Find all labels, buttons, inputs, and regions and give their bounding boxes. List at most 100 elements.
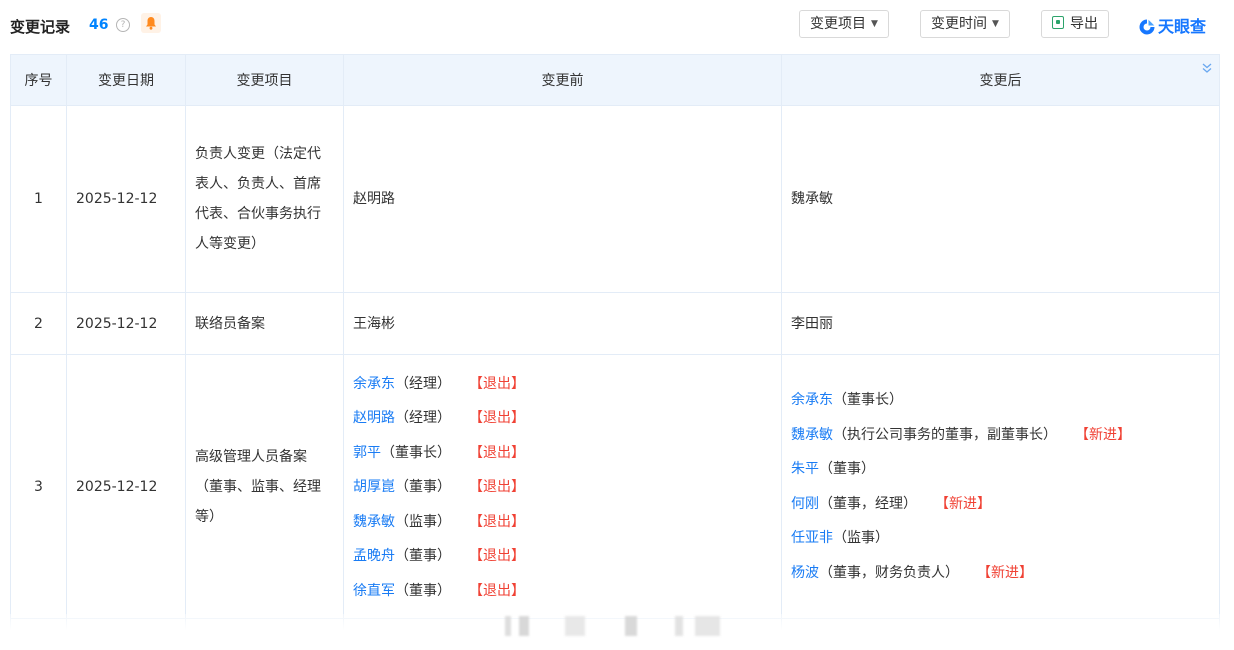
filter-item-dropdown[interactable]: 变更项目 ▼ [799, 10, 889, 38]
person-line: 杨波（董事，财务负责人） 【新进】 [791, 556, 1210, 591]
status-tag: 【新进】 [977, 564, 1033, 581]
table-row: 3 2025-12-12 高级管理人员备案（董事、监事、经理等） 余承东（经理）… [10, 354, 1220, 619]
person-link[interactable]: 赵明路 [353, 191, 395, 207]
person-link[interactable]: 杨波 [791, 565, 819, 581]
record-count: 46 [89, 17, 109, 33]
person-link[interactable]: 李田丽 [791, 316, 833, 332]
caret-down-icon: ▼ [992, 19, 999, 29]
person-role: （董事长） [833, 392, 903, 408]
row-before: 王海彬 [343, 292, 782, 355]
row-after: 李田丽 [781, 292, 1220, 355]
double-chevron-down-icon[interactable] [1201, 62, 1213, 74]
person-line: 任亚非（监事） [791, 521, 1210, 556]
row-after: 魏承敏 [781, 105, 1220, 293]
row-date: 2025-12-12 [66, 354, 186, 619]
person-link[interactable]: 孟晚舟 [353, 548, 395, 564]
person-link[interactable]: 朱平 [791, 461, 819, 477]
person-role: （经理） [395, 375, 451, 392]
person-role: （董事，财务负责人） [819, 564, 959, 581]
row-before: 赵明路 [343, 105, 782, 293]
row-index: 3 [10, 354, 67, 619]
caret-down-icon: ▼ [871, 19, 878, 29]
person-role: （董事） [819, 461, 875, 477]
person-line: 赵明路（经理） 【退出】 [353, 401, 772, 436]
blurred-overlay [505, 616, 730, 636]
table-row: 2 2025-12-12 联络员备案 王海彬 李田丽 [10, 292, 1220, 355]
person-role: （执行公司事务的董事，副董事长） [833, 426, 1057, 443]
excel-icon [1052, 16, 1064, 29]
person-link[interactable]: 赵明路 [353, 410, 395, 426]
person-line: 余承东（董事长） [791, 383, 1210, 418]
person-line: 魏承敏（执行公司事务的董事，副董事长） 【新进】 [791, 418, 1210, 453]
table-row: 1 2025-12-12 负责人变更（法定代表人、负责人、首席代表、合伙事务执行… [10, 105, 1220, 293]
row-date: 2025-12-12 [66, 292, 186, 355]
bell-icon[interactable] [141, 13, 161, 33]
column-header: 序号 [10, 54, 67, 106]
column-header: 变更前 [343, 54, 782, 106]
person-line: 余承东（经理） 【退出】 [353, 367, 772, 402]
after-person-list: 余承东（董事长） 魏承敏（执行公司事务的董事，副董事长） 【新进】 朱平（董事） 何刚（… [791, 383, 1210, 590]
filter-time-label: 变更时间 [931, 16, 987, 32]
person-line: 魏承敏（监事） 【退出】 [353, 505, 772, 540]
person-link[interactable]: 胡厚崑 [353, 479, 395, 495]
row-item: 高级管理人员备案（董事、监事、经理等） [185, 354, 344, 619]
person-line: 胡厚崑（董事） 【退出】 [353, 470, 772, 505]
status-tag: 【退出】 [469, 479, 525, 496]
person-role: （董事） [395, 582, 451, 599]
status-tag: 【退出】 [469, 582, 525, 599]
person-link[interactable]: 余承东 [353, 376, 395, 392]
before-person-list: 余承东（经理） 【退出】 赵明路（经理） 【退出】 郭平（董事长） 【退出】 胡厚崑（董事）… [353, 367, 772, 609]
status-tag: 【退出】 [469, 513, 525, 530]
column-header-after: 变更后 [781, 54, 1220, 106]
person-line: 何刚（董事，经理） 【新进】 [791, 487, 1210, 522]
section-header: 变更记录 46 ? 变更项目 ▼ 变更时间 ▼ 导出 天眼查 [0, 0, 1234, 54]
person-link[interactable]: 郭平 [353, 445, 381, 461]
person-line: 孟晚舟（董事） 【退出】 [353, 539, 772, 574]
help-icon[interactable]: ? [116, 18, 130, 32]
person-role: （经理） [395, 410, 451, 427]
person-link[interactable]: 何刚 [791, 496, 819, 512]
row-item: 联络员备案 [185, 292, 344, 355]
filter-item-label: 变更项目 [810, 16, 866, 32]
export-button[interactable]: 导出 [1041, 10, 1109, 38]
column-header: 变更日期 [66, 54, 186, 106]
person-role: （董事） [395, 479, 451, 496]
person-link[interactable]: 任亚非 [791, 530, 833, 546]
export-label: 导出 [1070, 16, 1098, 32]
person-link[interactable]: 余承东 [791, 392, 833, 408]
row-index: 1 [10, 105, 67, 293]
status-tag: 【退出】 [469, 444, 525, 461]
row-date: 2025-12-12 [66, 105, 186, 293]
status-tag: 【新进】 [1075, 426, 1131, 443]
person-link[interactable]: 魏承敏 [791, 191, 833, 207]
column-header: 变更后 [979, 73, 1022, 89]
person-role: （监事） [395, 513, 451, 530]
person-link[interactable]: 魏承敏 [353, 514, 395, 530]
person-link[interactable]: 王海彬 [353, 316, 395, 332]
change-record-table: 序号 变更日期 变更项目 变更前 变更后 1 2025-12-12 负责人变更（… [10, 54, 1220, 649]
person-role: （董事，经理） [819, 495, 917, 512]
row-index: 2 [10, 292, 67, 355]
person-line: 郭平（董事长） 【退出】 [353, 436, 772, 471]
section-title: 变更记录 [10, 18, 71, 36]
column-header: 变更项目 [185, 54, 344, 106]
row-after: 余承东（董事长） 魏承敏（执行公司事务的董事，副董事长） 【新进】 朱平（董事） 何刚（… [781, 354, 1220, 619]
person-role: （董事长） [381, 444, 451, 461]
person-link[interactable]: 徐直军 [353, 583, 395, 599]
brand-mark-icon [1139, 19, 1155, 35]
person-line: 朱平（董事） [791, 452, 1210, 487]
person-role: （董事） [395, 548, 451, 565]
status-tag: 【新进】 [935, 495, 991, 512]
table-header-row: 序号 变更日期 变更项目 变更前 变更后 [10, 54, 1220, 106]
brand-name: 天眼查 [1158, 17, 1207, 36]
row-before: 余承东（经理） 【退出】 赵明路（经理） 【退出】 郭平（董事长） 【退出】 胡厚崑（董事）… [343, 354, 782, 619]
person-link[interactable]: 魏承敏 [791, 427, 833, 443]
status-tag: 【退出】 [469, 548, 525, 565]
brand-logo: 天眼查 [1138, 13, 1206, 37]
filter-time-dropdown[interactable]: 变更时间 ▼ [920, 10, 1010, 38]
status-tag: 【退出】 [469, 410, 525, 427]
person-role: （监事） [833, 530, 889, 546]
person-line: 徐直军（董事） 【退出】 [353, 574, 772, 609]
row-item: 负责人变更（法定代表人、负责人、首席代表、合伙事务执行人等变更） [185, 105, 344, 293]
status-tag: 【退出】 [469, 375, 525, 392]
